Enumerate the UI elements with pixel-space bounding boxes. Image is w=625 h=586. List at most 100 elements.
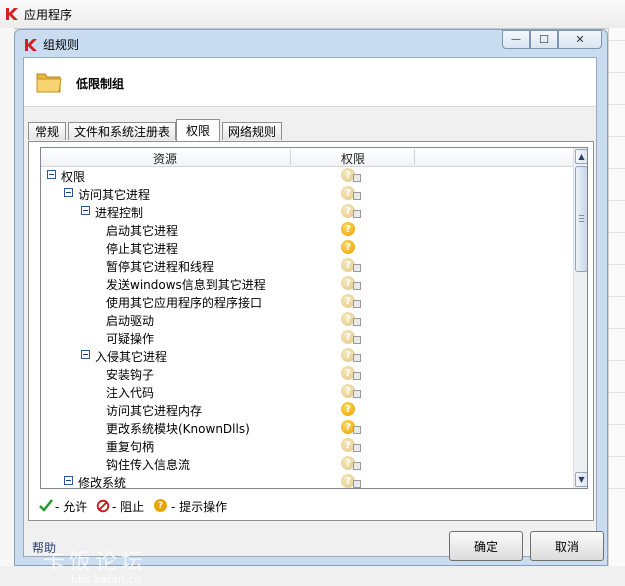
cancel-button[interactable]: 取消 (530, 531, 604, 561)
folder-icon (36, 73, 62, 93)
tab-label: 文件和系统注册表 (73, 125, 170, 139)
collapse-toggle-icon[interactable] (81, 206, 90, 215)
tree-row-label: 使用其它应用程序的程序接口 (106, 296, 263, 310)
close-button[interactable]: ✕ (558, 30, 602, 49)
permission-dropdown-icon[interactable] (353, 480, 361, 488)
permission-dropdown-icon[interactable] (353, 264, 361, 272)
tree-row[interactable]: 停止其它进程? (41, 238, 573, 256)
tree-row[interactable]: 暂停其它进程和线程? (41, 256, 573, 274)
tab-files-registry[interactable]: 文件和系统注册表 (68, 122, 176, 140)
minimize-button[interactable]: — (502, 30, 530, 49)
permissions-tree: 资源 权限 权限? 访问其它进程? 进程控制? 启动其它进程? 停止其它进程? 暂停其它进… (40, 147, 588, 489)
permission-dropdown-icon[interactable] (353, 354, 361, 362)
parent-window-list-edge (608, 28, 625, 566)
collapse-toggle-icon[interactable] (64, 188, 73, 197)
collapse-toggle-icon[interactable] (47, 170, 56, 179)
collapse-toggle-icon[interactable] (64, 476, 73, 485)
ok-button[interactable]: 确定 (449, 531, 523, 561)
tree-row-label: 启动驱动 (106, 314, 155, 328)
tree-row[interactable]: 访问其它进程内存? (41, 400, 573, 418)
tree-row-label: 注入代码 (106, 386, 155, 400)
tree-row[interactable]: 启动其它进程? (41, 220, 573, 238)
permission-dropdown-icon[interactable] (353, 462, 361, 470)
grip-line (579, 218, 584, 219)
permission-dropdown-icon[interactable] (353, 426, 361, 434)
minimize-icon: — (511, 34, 521, 45)
dialog-title: 组规则 (43, 38, 80, 52)
tree-row[interactable]: 注入代码? (41, 382, 573, 400)
tab-network-rules[interactable]: 网络规则 (222, 122, 282, 140)
permission-dropdown-icon[interactable] (353, 210, 361, 218)
help-link[interactable]: 帮助 (32, 539, 56, 556)
tree-row[interactable]: 重复句柄? (41, 436, 573, 454)
block-icon (96, 499, 110, 513)
tab-label: 网络规则 (227, 125, 276, 139)
tree-row[interactable]: 钩住传入信息流? (41, 454, 573, 472)
scroll-thumb[interactable] (575, 166, 587, 272)
tab-permissions[interactable]: 权限 (176, 119, 220, 141)
grip-line (579, 215, 584, 216)
tree-row[interactable]: 可疑操作? (41, 328, 573, 346)
chevron-up-icon: ▲ (578, 152, 585, 161)
permission-dropdown-icon[interactable] (353, 300, 361, 308)
tree-row-label: 钩住传入信息流 (106, 458, 191, 472)
tree-row-label: 修改系统 (78, 476, 127, 489)
parent-window-left-edge (0, 28, 14, 566)
permission-dropdown-icon[interactable] (353, 444, 361, 452)
close-icon: ✕ (575, 33, 585, 46)
allow-check-icon (39, 499, 53, 512)
tree-row-label: 访问其它进程内存 (106, 404, 203, 418)
column-separator[interactable] (414, 149, 415, 165)
permission-dropdown-icon[interactable] (353, 372, 361, 380)
dialog-client-area: 低限制组 常规 文件和系统注册表 权限 网络规则 资源 权限 权限 ? 访问其它… (23, 57, 597, 557)
tree-column-header: 资源 权限 (41, 148, 573, 167)
tree-row-label: 权限 (61, 170, 86, 184)
column-resource[interactable]: 资源 (153, 150, 177, 167)
watermark-url: bbs.kafan.cn (71, 573, 142, 586)
column-separator[interactable] (290, 149, 291, 165)
tree-row-label: 发送windows信息到其它进程 (106, 278, 266, 292)
group-rules-dialog: 组规则 — ☐ ✕ 低限制组 常规 文件和系统注册表 权限 网络规则 资源 权限… (14, 29, 608, 586)
permission-dropdown-icon[interactable] (353, 174, 361, 182)
kaspersky-logo-icon (25, 39, 37, 51)
watermark-text: 卡饭论坛 (43, 550, 148, 575)
tree-row[interactable]: 发送windows信息到其它进程? (41, 274, 573, 292)
tree-row-label: 安装钩子 (106, 368, 155, 382)
tree-row-label: 进程控制 (95, 206, 144, 220)
permission-dropdown-icon[interactable] (353, 282, 361, 290)
column-permission[interactable]: 权限 (341, 150, 365, 167)
prompt-permission-icon[interactable]: ? (341, 240, 355, 254)
legend-prompt: - 提示操作 (171, 500, 228, 514)
group-header: 低限制组 (24, 58, 596, 107)
tree-row-label: 入侵其它进程 (95, 350, 168, 364)
permission-dropdown-icon[interactable] (353, 318, 361, 326)
tab-general[interactable]: 常规 (28, 122, 66, 140)
permission-dropdown-icon[interactable] (353, 192, 361, 200)
tree-row[interactable]: 更改系统模块(KnownDlls)? (41, 418, 573, 436)
maximize-icon: ☐ (539, 33, 549, 46)
tree-row[interactable]: 使用其它应用程序的程序接口? (41, 292, 573, 310)
collapse-toggle-icon[interactable] (81, 350, 90, 359)
tree-row[interactable]: 入侵其它进程? (41, 346, 573, 364)
tree-row[interactable]: 进程控制? (41, 202, 573, 220)
maximize-button[interactable]: ☐ (530, 30, 558, 49)
parent-window-title: 应用程序 (24, 8, 73, 22)
scroll-up-button[interactable]: ▲ (575, 149, 587, 164)
permission-dropdown-icon[interactable] (353, 390, 361, 398)
tree-row[interactable]: 访问其它进程? (41, 184, 573, 202)
tree-row-label: 重复句柄 (106, 440, 155, 454)
permission-dropdown-icon[interactable] (353, 336, 361, 344)
tree-row[interactable]: 启动驱动? (41, 310, 573, 328)
group-name: 低限制组 (76, 77, 125, 91)
tree-row[interactable]: 安装钩子? (41, 364, 573, 382)
tree-row-label: 暂停其它进程和线程 (106, 260, 215, 274)
vertical-scrollbar[interactable]: ▲ ▼ (573, 148, 587, 488)
prompt-permission-icon[interactable]: ? (341, 222, 355, 236)
scroll-down-button[interactable]: ▼ (575, 472, 587, 487)
legend-block: - 阻止 (112, 500, 145, 514)
prompt-permission-icon[interactable]: ? (341, 402, 355, 416)
tree-row[interactable]: 修改系统? (41, 472, 573, 489)
tree-row[interactable]: 权限? (41, 166, 573, 184)
grip-line (579, 221, 584, 222)
prompt-icon: ? (154, 499, 167, 512)
